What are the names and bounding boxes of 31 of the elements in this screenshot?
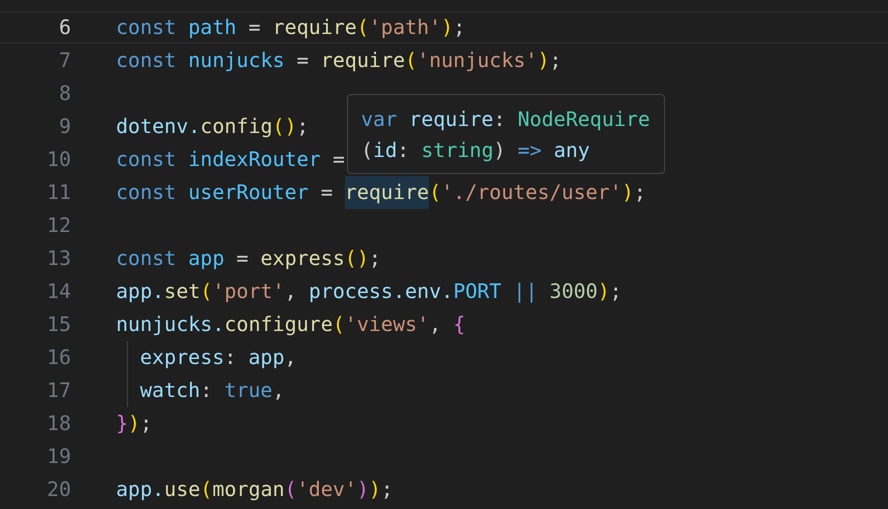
tooltip-signature: (id: string) => any	[361, 137, 590, 164]
line-number: 15	[46, 311, 71, 338]
line-number: 9	[58, 113, 71, 140]
line-number: 12	[46, 212, 71, 239]
code-line: watch: true,	[140, 377, 285, 404]
line-number: 14	[46, 278, 71, 305]
line-number: 18	[46, 410, 71, 437]
line-number: 20	[46, 476, 71, 503]
code-line: const app = express();	[116, 245, 381, 272]
code-line: app.set('port', process.env.PORT || 3000);	[116, 278, 622, 305]
code-line: express: app,	[140, 344, 297, 371]
code-line: const indexRouter =	[116, 146, 345, 173]
line-number: 16	[46, 344, 71, 371]
tooltip-signature: var require: NodeRequire	[361, 106, 650, 133]
line-number: 19	[46, 443, 71, 470]
hovered-word: require	[344, 176, 430, 209]
code-line: const userRouter =	[116, 179, 334, 206]
line-number: 13	[46, 245, 71, 272]
code-line: ('./routes/user');	[429, 179, 646, 206]
line-number: 7	[58, 47, 71, 74]
line-number: 6	[58, 14, 71, 41]
line-number: 10	[46, 146, 71, 173]
line-number: 17	[46, 377, 71, 404]
code-line: dotenv.config();	[116, 113, 309, 140]
code-line: nunjucks.configure('views', {	[116, 311, 466, 338]
line-number: 11	[46, 179, 71, 206]
code-line: app.use(morgan('dev'));	[116, 476, 393, 503]
line-number: 8	[58, 80, 71, 107]
code-line: const path = require('path');	[116, 14, 466, 41]
code-line: });	[116, 410, 152, 437]
code-line: const nunjucks = require('nunjucks');	[116, 47, 562, 74]
